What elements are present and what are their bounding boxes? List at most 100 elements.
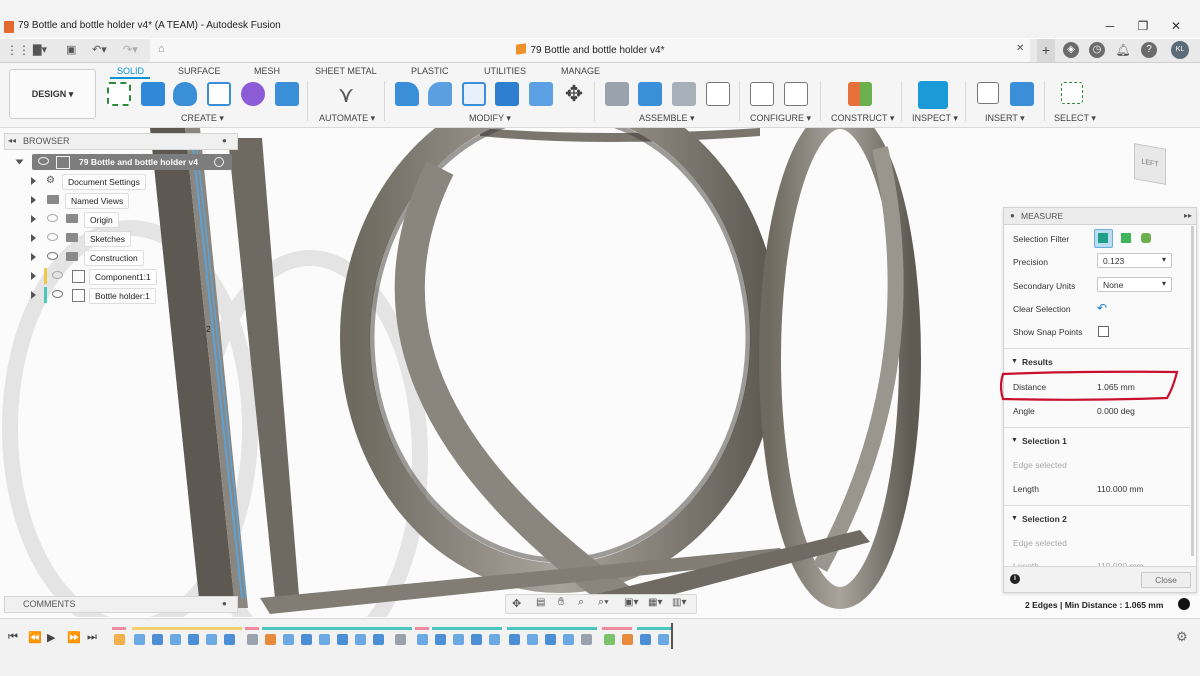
close-tab-button[interactable]: ✕ bbox=[1016, 43, 1024, 54]
box-icon[interactable] bbox=[275, 82, 299, 106]
tab-plastic[interactable]: PLASTIC bbox=[411, 66, 449, 76]
viewports-icon[interactable]: ▥▾ bbox=[672, 597, 686, 608]
file-menu-icon[interactable]: ▇▾ bbox=[33, 43, 47, 57]
timeline-play-icon[interactable]: ▶ bbox=[47, 631, 55, 644]
combine-icon[interactable] bbox=[495, 82, 519, 106]
automate-icon[interactable]: ⋎ bbox=[334, 82, 358, 107]
timeline-feature[interactable] bbox=[337, 634, 348, 645]
timeline-feature[interactable] bbox=[453, 634, 464, 645]
collapse-browser-icon[interactable]: ◂◂ bbox=[8, 136, 16, 145]
inspect-menu[interactable]: INSPECT ▾ bbox=[912, 113, 958, 124]
tab-solid[interactable]: SOLID bbox=[117, 66, 144, 76]
viewcube[interactable]: LEFT bbox=[1134, 143, 1166, 185]
fillet-icon[interactable] bbox=[428, 82, 452, 106]
joint-icon[interactable] bbox=[638, 82, 662, 106]
job-status-icon[interactable]: ◷ bbox=[1089, 42, 1105, 58]
zoom-icon[interactable]: ⌕ bbox=[578, 596, 584, 609]
timeline-next-icon[interactable]: ⏩ bbox=[67, 631, 81, 644]
browser-panel-header[interactable]: ◂◂ BROWSER ● bbox=[4, 133, 238, 150]
revolve-icon[interactable] bbox=[173, 82, 197, 106]
grid-icon[interactable]: ▦▾ bbox=[648, 597, 662, 608]
timeline-marker[interactable] bbox=[671, 623, 673, 649]
configure-menu[interactable]: CONFIGURE ▾ bbox=[750, 113, 811, 124]
timeline-feature[interactable] bbox=[395, 634, 406, 645]
minimize-button[interactable]: ─ bbox=[1100, 18, 1120, 34]
timeline-feature[interactable] bbox=[114, 634, 125, 645]
selection2-section-header[interactable]: ▼ Selection 2 bbox=[1004, 505, 1190, 524]
redo-icon[interactable]: ↷▾ bbox=[123, 43, 138, 57]
timeline-feature[interactable] bbox=[471, 634, 482, 645]
visibility-eye-icon[interactable] bbox=[38, 157, 49, 165]
form-icon[interactable] bbox=[241, 82, 265, 106]
timeline-prev-icon[interactable]: ⏪ bbox=[28, 631, 42, 644]
component-filter-icon[interactable] bbox=[1141, 233, 1151, 243]
display-settings-icon[interactable] bbox=[1178, 598, 1190, 610]
timeline-feature[interactable] bbox=[373, 634, 384, 645]
undo-icon[interactable]: ↶▾ bbox=[92, 43, 107, 57]
hidden-eye-icon[interactable] bbox=[47, 233, 58, 241]
app-grid-icon[interactable]: ⋮⋮ bbox=[6, 43, 30, 57]
help-icon[interactable]: ? bbox=[1141, 42, 1157, 58]
offset-face-icon[interactable] bbox=[529, 82, 553, 106]
construct-menu[interactable]: CONSTRUCT ▾ bbox=[831, 113, 894, 124]
timeline-feature[interactable] bbox=[581, 634, 592, 645]
filter-face-button[interactable] bbox=[1094, 229, 1113, 248]
insert-menu[interactable]: INSERT ▾ bbox=[985, 113, 1025, 124]
timeline-feature[interactable] bbox=[658, 634, 669, 645]
selection1-section-header[interactable]: ▼ Selection 1 bbox=[1004, 427, 1190, 446]
pan-icon[interactable]: ✋︎ bbox=[558, 596, 564, 609]
tree-item-origin[interactable]: Origin bbox=[4, 211, 232, 228]
new-component-icon[interactable] bbox=[605, 82, 629, 106]
select-menu[interactable]: SELECT ▾ bbox=[1054, 113, 1096, 124]
create-menu[interactable]: CREATE ▾ bbox=[181, 113, 224, 124]
new-tab-button[interactable]: + bbox=[1037, 39, 1055, 62]
expand-icon[interactable] bbox=[31, 291, 36, 299]
timeline-feature[interactable] bbox=[355, 634, 366, 645]
timeline-feature[interactable] bbox=[134, 634, 145, 645]
create-sketch-icon[interactable] bbox=[107, 82, 131, 106]
activate-radio-icon[interactable] bbox=[214, 157, 224, 167]
timeline-start-icon[interactable]: ⏮ bbox=[8, 631, 18, 644]
timeline-feature[interactable] bbox=[283, 634, 294, 645]
as-built-joint-icon[interactable] bbox=[672, 82, 696, 106]
expand-icon[interactable] bbox=[31, 253, 36, 261]
tree-item-component1[interactable]: Component1:1 bbox=[4, 268, 232, 285]
info-icon[interactable]: i bbox=[1010, 574, 1020, 584]
timeline-feature[interactable] bbox=[604, 634, 615, 645]
timeline-feature[interactable] bbox=[622, 634, 633, 645]
measure-icon[interactable] bbox=[918, 81, 948, 109]
tree-item-named-views[interactable]: Named Views bbox=[4, 192, 232, 209]
timeline-track[interactable] bbox=[112, 623, 677, 651]
measure-collapse-icon[interactable]: ● bbox=[1010, 211, 1015, 220]
timeline-feature[interactable] bbox=[563, 634, 574, 645]
expand-icon[interactable] bbox=[15, 159, 24, 165]
expand-icon[interactable] bbox=[31, 177, 36, 185]
orbit-icon[interactable]: ✥ bbox=[512, 597, 521, 610]
measure-header[interactable]: ● MEASURE ▸▸ bbox=[1004, 208, 1196, 225]
expand-icon[interactable] bbox=[31, 234, 36, 242]
expand-icon[interactable] bbox=[31, 196, 36, 204]
precision-dropdown[interactable]: 0.123 ▾ bbox=[1097, 253, 1172, 268]
body-filter-icon[interactable] bbox=[1121, 233, 1131, 243]
automate-menu[interactable]: AUTOMATE ▾ bbox=[319, 113, 375, 124]
browser-toggle-icon[interactable]: ● bbox=[222, 136, 227, 145]
timeline-feature[interactable] bbox=[224, 634, 235, 645]
assemble-menu[interactable]: ASSEMBLE ▾ bbox=[639, 113, 695, 124]
display-mode-icon[interactable]: ▣▾ bbox=[624, 597, 638, 608]
move-icon[interactable]: ✥ bbox=[562, 82, 586, 106]
tree-item-sketches[interactable]: Sketches bbox=[4, 230, 232, 247]
timeline-feature[interactable] bbox=[527, 634, 538, 645]
look-at-icon[interactable]: ▤ bbox=[536, 597, 545, 608]
bom-icon[interactable] bbox=[706, 82, 730, 106]
results-section-header[interactable]: ▼ Results bbox=[1004, 348, 1190, 367]
extrude-icon[interactable] bbox=[141, 82, 165, 106]
press-pull-icon[interactable] bbox=[395, 82, 419, 106]
expand-icon[interactable] bbox=[31, 215, 36, 223]
tab-manage[interactable]: MANAGE bbox=[561, 66, 600, 76]
sweep-icon[interactable] bbox=[207, 82, 231, 106]
insert-canvas-icon[interactable] bbox=[1010, 82, 1034, 106]
secondary-units-dropdown[interactable]: None ▾ bbox=[1097, 277, 1172, 292]
maximize-button[interactable]: ❐ bbox=[1133, 18, 1153, 34]
visibility-eye-icon[interactable] bbox=[52, 290, 63, 298]
timeline-feature[interactable] bbox=[170, 634, 181, 645]
